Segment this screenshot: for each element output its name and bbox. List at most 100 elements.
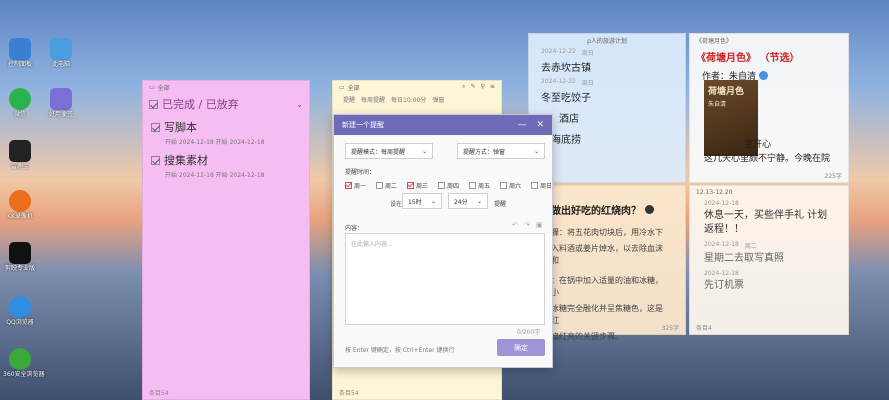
desktop-icon-label: QQ浏览器 (6, 319, 34, 326)
dialog-titlebar: 新建一个提醒 — ✕ (334, 115, 552, 135)
book-excerpt-note[interactable]: 《荷塘月色》 《荷塘月色》 （节选） 作者：朱自清 荷塘月色 朱自清 要开心 这… (689, 33, 849, 183)
entry-date: 2024-12-18 (704, 270, 739, 277)
weekday-label: 周六 (509, 183, 522, 190)
list-item[interactable]: 2024-12-22 周日 冬至吃饺子 (529, 76, 685, 106)
desktop-icon-control-panel[interactable]: 控制面板 (3, 38, 37, 69)
shortcut-hint: 按 Enter 键确定，按 Ctrl+Enter 键换行 (345, 347, 455, 354)
chevron-down-icon[interactable]: ⌄ (296, 100, 303, 109)
notes-app-icon (50, 88, 72, 110)
completed-group-header[interactable]: 已完成 / 已放弃 ⌄ (143, 93, 309, 115)
note-header: ▭ 全部 (143, 81, 309, 93)
weekly-plan-note[interactable]: 12.13-12.20 2024-12-18 休息一天，买些伴手礼 计划返程！！… (689, 185, 849, 335)
close-icon[interactable]: ✕ (536, 120, 544, 130)
note-footer: 条目54 (339, 390, 359, 397)
desktop-icon-this-pc[interactable]: 此电脑 (44, 38, 78, 69)
kk-recorder-icon (9, 190, 31, 212)
desktop-icon-label: 此电脑 (51, 61, 70, 68)
list-item[interactable]: 2024-12-22 周日 去赤坎古镇 (529, 46, 685, 76)
content-placeholder: 在此输入内容... (351, 241, 393, 248)
menu-icon[interactable]: ≡ (490, 83, 495, 91)
desktop-icon-jianying[interactable]: 剪映专业版 (3, 242, 37, 273)
note-footer: 325字 (661, 325, 679, 332)
weekday-label: 周三 (416, 183, 429, 190)
undo-icon[interactable]: ↶ (512, 221, 518, 229)
minute-select[interactable]: 24分 ⌄ (448, 193, 488, 209)
book-text: 要开心 这几天心里颇不宁静。今晚在院 (704, 138, 830, 166)
desktop-icon-360-browser[interactable]: 360安全浏览器 (3, 348, 44, 379)
wechat-icon (9, 88, 31, 110)
task-date: 开始 2024-12-18 开始 2024-12-18 (165, 172, 265, 179)
list-item[interactable]: 2024-12-18 周二 星期二去取写真照 (690, 239, 848, 268)
weekday-label: 周一 (354, 183, 367, 190)
desktop-icon-wechat[interactable]: 微信 (3, 88, 37, 119)
entry-date: 2024-12-18 (704, 241, 739, 248)
note-header-label: 全部 (347, 84, 360, 92)
toolbar-item[interactable]: 每日10:00分 (391, 95, 426, 104)
task-checkbox[interactable] (151, 122, 160, 132)
pin-icon[interactable]: ⚲ (481, 83, 485, 91)
edit-icon[interactable]: ✎ (471, 83, 476, 91)
folder-icon: ▭ (149, 83, 155, 91)
note-header-label: 全部 (157, 84, 170, 92)
leilubao-icon (9, 140, 31, 162)
entry-date: 2024-12-22 (541, 78, 576, 85)
qq-browser-icon (9, 296, 31, 318)
entry-weekday: 周日 (581, 80, 594, 87)
pink-sticky-note[interactable]: ▭ 全部 已完成 / 已放弃 ⌄ 写脚本 开始 2024-12-18 开始 20… (142, 80, 310, 400)
confirm-button[interactable]: 确定 (497, 339, 545, 356)
entry-title: 星期二去取写真照 (704, 253, 784, 264)
weekday-selector: 周一 周二 周三 周四 周五 周六 周日 (345, 181, 552, 190)
char-count: 0/200字 (517, 329, 541, 336)
weekday-checkbox-tue[interactable]: 周二 (376, 181, 397, 190)
note-header: p人的旅游计划 (587, 37, 627, 45)
reminder-mode-select[interactable]: 提醒模式：每周提醒 ⌄ (345, 143, 433, 159)
computer-icon (50, 38, 72, 60)
list-item[interactable]: 2024-12-18 先订机票 (690, 268, 848, 295)
weekday-label: 周日 (540, 183, 553, 190)
toolbar-item[interactable]: 每周提醒 (361, 95, 385, 104)
toolbar-item[interactable]: 提醒 (343, 95, 355, 104)
task-title: 写脚本 (164, 121, 197, 134)
task-item[interactable]: 搜集素材 开始 2024-12-18 开始 2024-12-18 (143, 148, 309, 181)
chevron-down-icon: ⌄ (476, 197, 482, 205)
minimize-icon[interactable]: — (517, 120, 526, 130)
note-footer: 条目4 (696, 325, 712, 332)
task-item[interactable]: 写脚本 开始 2024-12-18 开始 2024-12-18 (143, 115, 309, 148)
weekday-label: 周四 (447, 183, 460, 190)
entry-title: 先订机票 (704, 280, 744, 291)
chevron-down-icon: ⌄ (533, 147, 539, 155)
desktop-icon-leilubao[interactable]: 雷鹿宝 (3, 140, 37, 171)
weekday-checkbox-sun[interactable]: 周日 (531, 181, 552, 190)
entry-weekday: 周二 (744, 243, 757, 250)
reminder-method-select[interactable]: 提醒方式：弹窗 ⌄ (457, 143, 545, 159)
weekday-checkbox-fri[interactable]: 周五 (469, 181, 490, 190)
at-label: 设在 (390, 201, 403, 208)
desktop-icon-label: 好用便签 (48, 111, 73, 118)
hour-select[interactable]: 15时 ⌄ (402, 193, 442, 209)
task-checkbox[interactable] (151, 155, 160, 165)
desktop-icon-notes-app[interactable]: 好用便签 (44, 88, 78, 119)
note-header: 《荷塘月色》 (696, 37, 733, 45)
weekday-checkbox-mon[interactable]: 周一 (345, 181, 366, 190)
weekday-checkbox-sat[interactable]: 周六 (500, 181, 521, 190)
search-icon[interactable]: ⌕ (462, 83, 465, 91)
reminder-content-input[interactable]: 在此输入内容... (345, 233, 545, 325)
desktop-icon-qq-browser[interactable]: QQ浏览器 (3, 296, 37, 327)
toolbar-item[interactable]: 弹窗 (432, 95, 444, 104)
chevron-down-icon: ⌄ (421, 147, 427, 155)
note-footer: 225字 (824, 173, 842, 180)
remind-label: 提醒 (494, 201, 507, 208)
method-value: 弹窗 (493, 148, 506, 156)
entry-title: 休息一天，买些伴手礼 计划返程！！ (704, 210, 828, 235)
weekday-checkbox-wed[interactable]: 周三 (407, 181, 428, 190)
weekday-checkbox-thu[interactable]: 周四 (438, 181, 459, 190)
entry-date: 2024-12-22 (541, 48, 576, 55)
desktop-icon-kk-recorder[interactable]: KK录像机 (3, 190, 37, 221)
redo-icon[interactable]: ↷ (524, 221, 530, 229)
recipe-title: 做出好吃的红烧肉？ (551, 206, 641, 217)
task-date: 开始 2024-12-18 开始 2024-12-18 (165, 139, 265, 146)
list-item[interactable]: 2024-12-18 休息一天，买些伴手礼 计划返程！！ (690, 198, 848, 239)
weekday-label: 周二 (385, 183, 398, 190)
desktop-icon-label: 控制面板 (7, 61, 32, 68)
image-icon[interactable]: ▣ (536, 221, 543, 229)
